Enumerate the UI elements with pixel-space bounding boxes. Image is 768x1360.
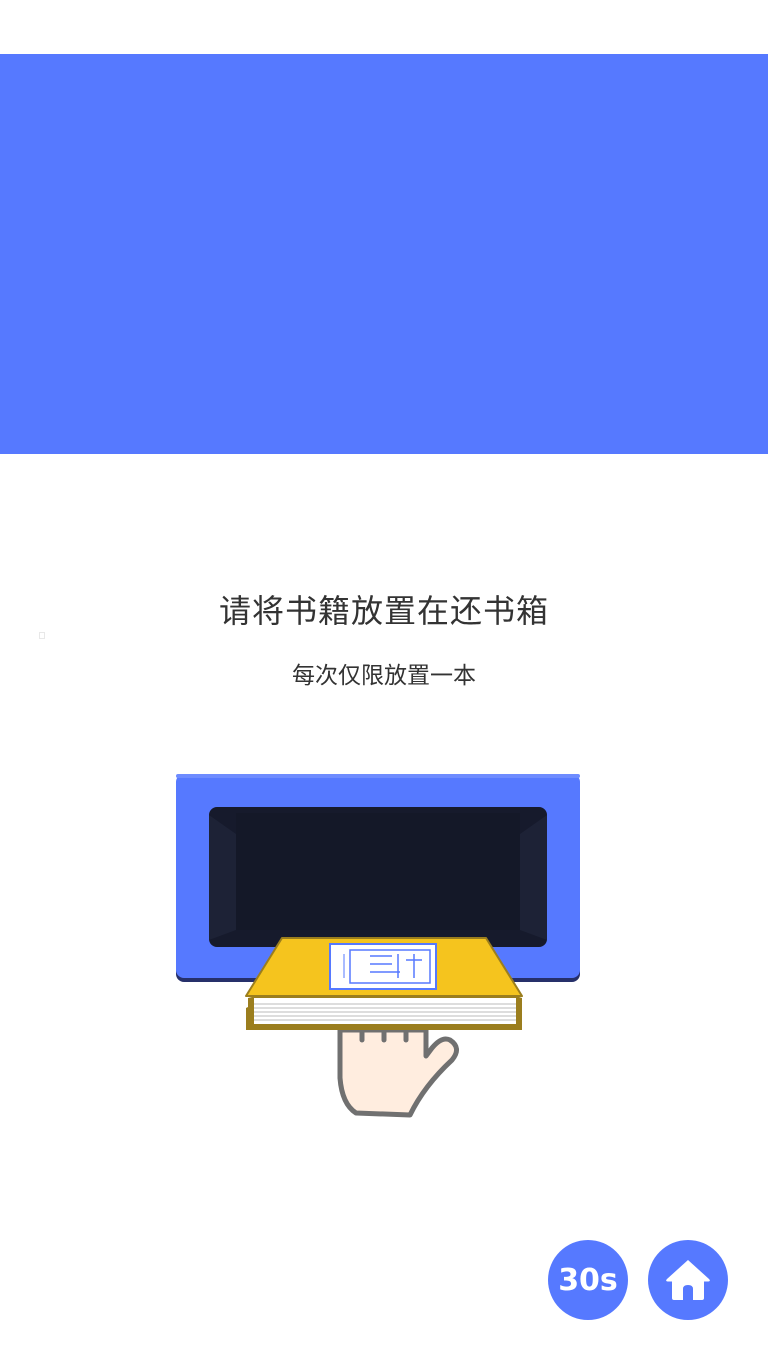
status-bar-area — [0, 0, 768, 54]
home-button[interactable] — [648, 1240, 728, 1320]
top-banner — [0, 54, 768, 454]
instruction-subtitle: 每次仅限放置一本 — [292, 663, 476, 689]
return-box-illustration — [176, 774, 580, 1118]
return-slot — [209, 807, 547, 947]
book-icon — [245, 937, 523, 1030]
countdown-label: 30s — [558, 1262, 618, 1298]
decorative-mark — [39, 632, 45, 639]
home-icon — [666, 1260, 710, 1300]
instruction-title: 请将书籍放置在还书箱 — [218, 592, 549, 630]
hand-icon — [337, 1027, 459, 1118]
countdown-timer-button[interactable]: 30s — [548, 1240, 628, 1320]
